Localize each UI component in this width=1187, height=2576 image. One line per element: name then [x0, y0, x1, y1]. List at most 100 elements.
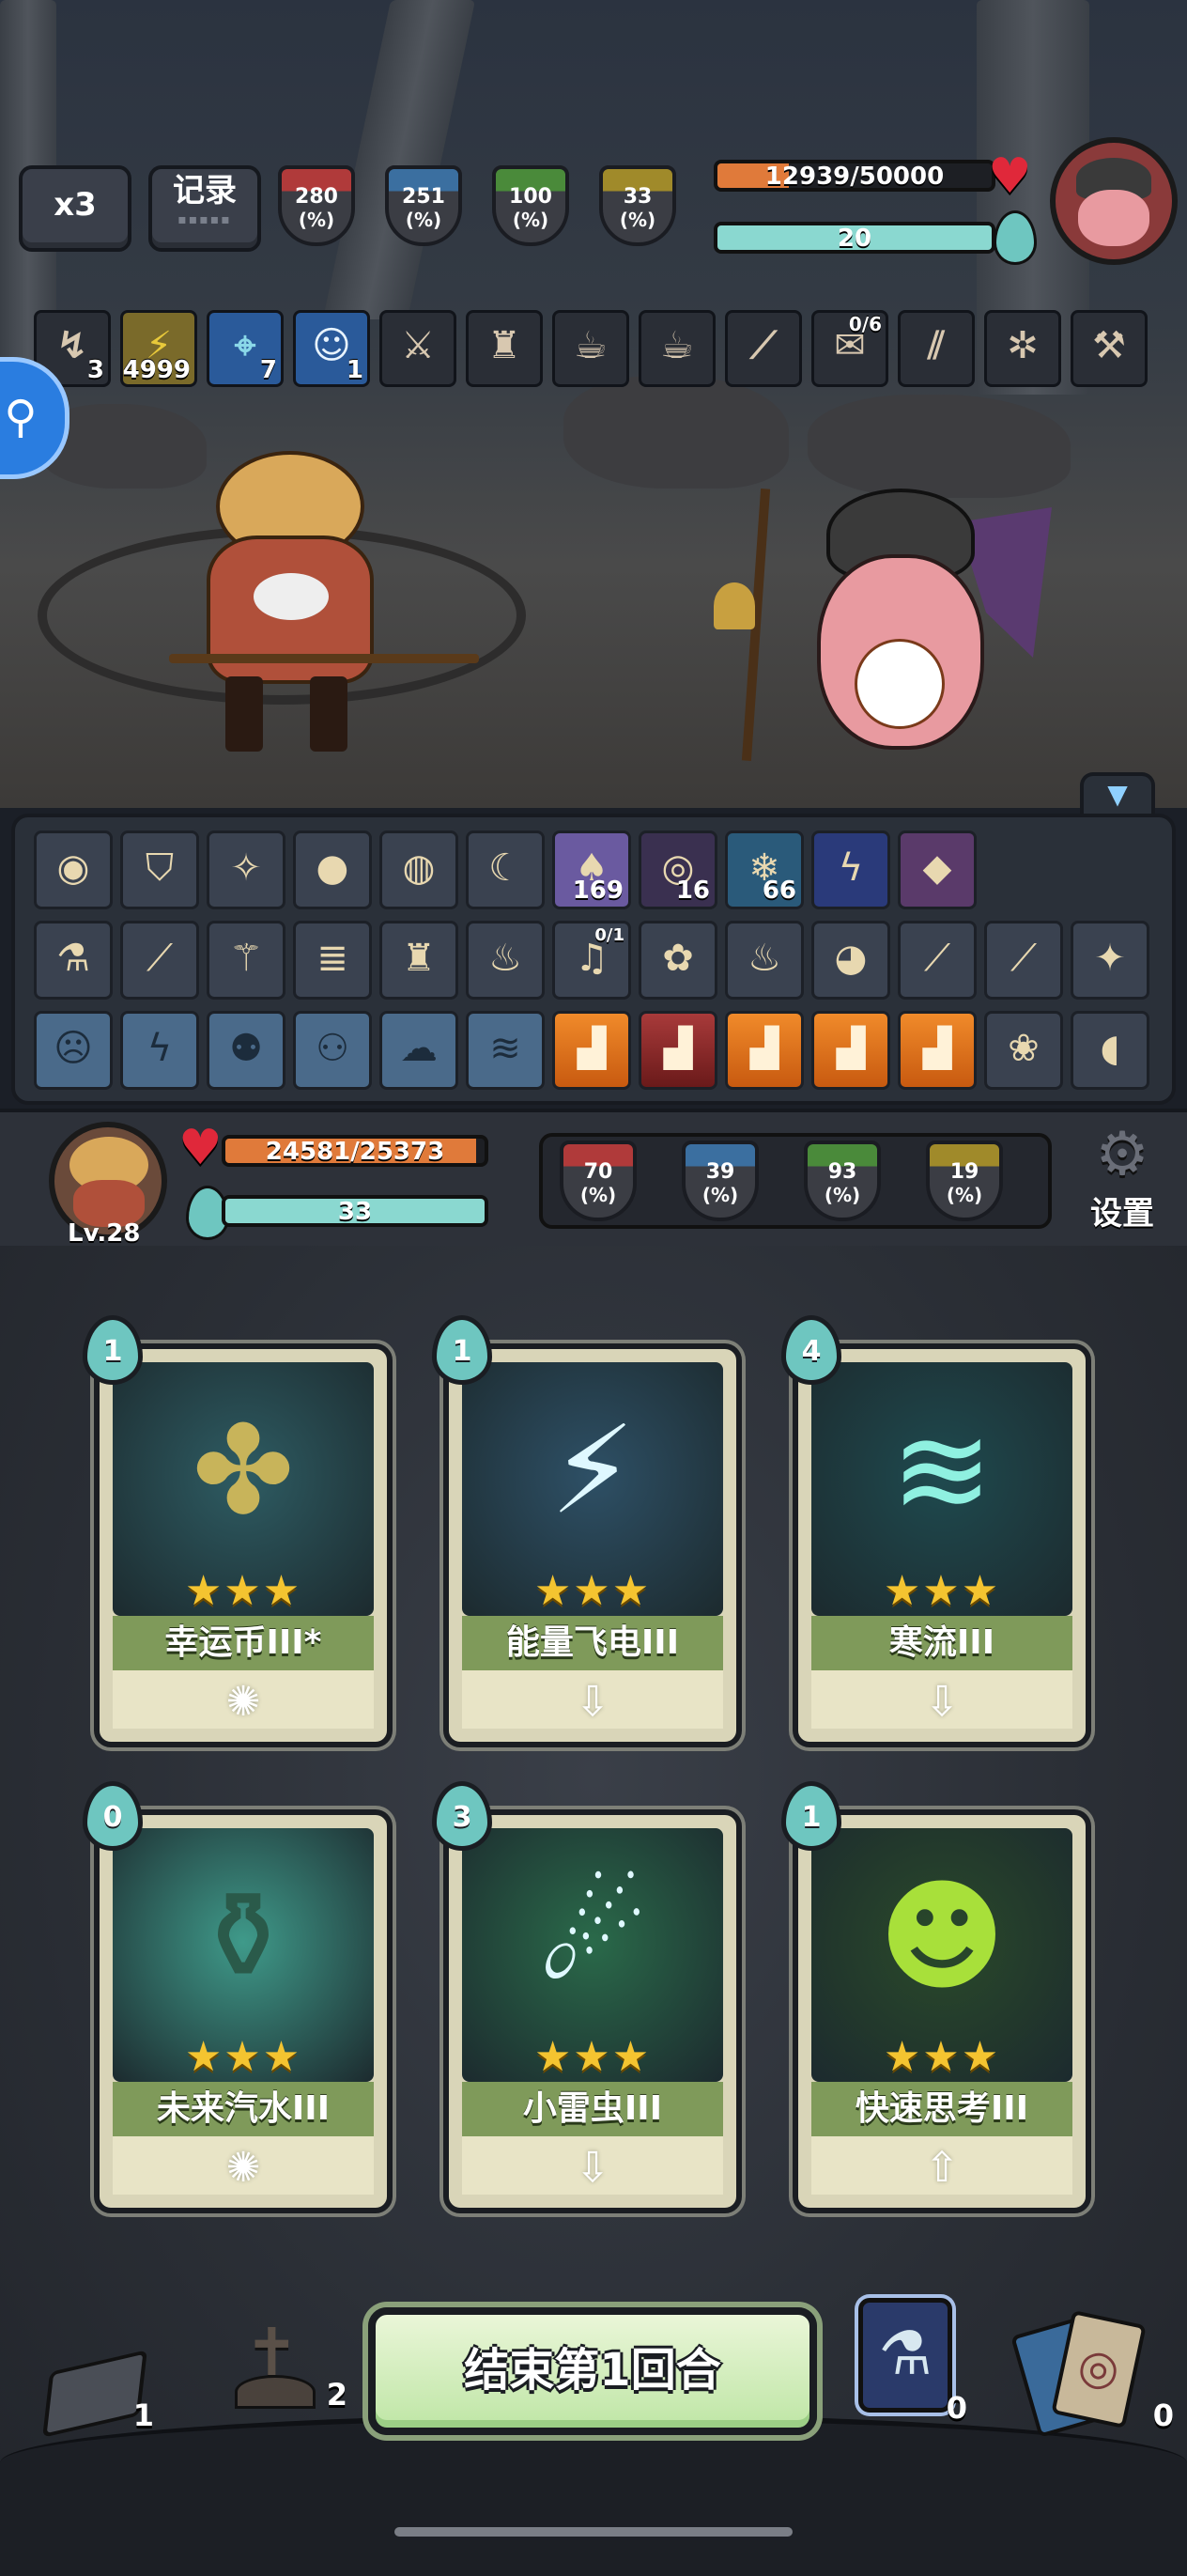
buff-slot[interactable]: ☺ 1: [293, 310, 370, 387]
buff-slot[interactable]: ☕: [552, 310, 629, 387]
relic-panel: ◉ ⛉ ✧ ● ◍ ☾ ♠ 169 ◎ 16 ❄ 66 ϟ ◆ ⚗ ⟋ ⚚ ≣ ♜ ♨ ♫ 0/1 ✿ ♨ ◕ ⟋ ⟋ ✦ ☹ ϟ ⚉ ⚇…: [11, 814, 1176, 1105]
draw-pile-count: 1: [132, 2398, 154, 2433]
buff-slot[interactable]: ⌖ 7: [207, 310, 284, 387]
log-dots: ▪▪▪▪▪: [177, 212, 232, 227]
mummy-icon: ≣: [316, 937, 348, 980]
log-button[interactable]: 记录 ▪▪▪▪▪: [148, 165, 261, 252]
draw-pile-button[interactable]: 1: [41, 2349, 154, 2438]
stat-unit: (%): [701, 1184, 739, 1206]
buff-slot[interactable]: ☕: [639, 310, 716, 387]
enemy-avatar[interactable]: [1050, 137, 1178, 265]
relic-slot[interactable]: ◍: [379, 830, 458, 909]
relic-slot[interactable]: ◎ 16: [639, 830, 717, 909]
shield-relic-icon: ⛉: [146, 846, 174, 890]
card-name: 寒流III: [811, 1616, 1072, 1670]
wood-icon: ⫽: [928, 324, 945, 367]
hero-character[interactable]: [169, 432, 479, 770]
relic-slot[interactable]: ⚗: [34, 921, 113, 1000]
buff-slot[interactable]: ✉ 0/6: [811, 310, 888, 387]
buff-slot[interactable]: ⚡ 4999: [120, 310, 197, 387]
relic-slot[interactable]: ⟋: [898, 921, 977, 1000]
card[interactable]: ⚱ ★★★ 未来汽水III ✺: [94, 1809, 393, 2213]
relic-count: 66: [762, 877, 796, 905]
potion-icon: ⚗: [56, 937, 90, 980]
card[interactable]: ✤ ★★★ 幸运币III* ✺: [94, 1343, 393, 1747]
stat-value: 39: [705, 1160, 735, 1184]
relic-slot[interactable]: ◕: [811, 921, 890, 1000]
relic-slot[interactable]: ◖: [1071, 1011, 1149, 1090]
discard-pile-button[interactable]: ◎ 0: [1010, 2309, 1174, 2438]
rune-face-icon: ☹: [54, 1027, 93, 1070]
relic-slot[interactable]: ◆: [898, 830, 977, 909]
relic-slot[interactable]: ✦: [1071, 921, 1149, 1000]
card[interactable]: ⚡ ★★★ 能量飞电III ⇩: [443, 1343, 742, 1747]
relic-slot[interactable]: ❀: [984, 1011, 1063, 1090]
relic-slot[interactable]: ☁: [379, 1011, 458, 1090]
rune-wind-icon: ≋: [489, 1027, 521, 1070]
relic-slot[interactable]: ●: [293, 830, 372, 909]
relic-slot[interactable]: ⚉: [207, 1011, 285, 1090]
card-back-icon: [42, 2350, 147, 2438]
relic-slot[interactable]: ϟ: [120, 1011, 199, 1090]
card[interactable]: ☻ ★★★ 快速思考III ⇧: [793, 1809, 1091, 2213]
settings-button[interactable]: ⚙ 设置: [1071, 1122, 1174, 1234]
player-hp-bar: 24581/25373: [222, 1135, 488, 1167]
relic-slot[interactable]: ⚇: [293, 1011, 372, 1090]
card[interactable]: ≋ ★★★ 寒流III ⇩: [793, 1343, 1091, 1747]
relic-slot[interactable]: ♨: [725, 921, 804, 1000]
search-icon: ⚲: [4, 391, 38, 443]
relic-slot[interactable]: ♨: [466, 921, 545, 1000]
relic-slot[interactable]: ⚚: [207, 921, 285, 1000]
relic-slot[interactable]: ⟋: [984, 921, 1063, 1000]
speed-button[interactable]: x3: [19, 165, 131, 252]
staff-icon: ⚚: [229, 937, 263, 980]
grave-mound-icon: [235, 2375, 316, 2409]
relic-slot[interactable]: ▟: [552, 1011, 631, 1090]
relic-slot[interactable]: ♫ 0/1: [552, 921, 631, 1000]
relic-slot[interactable]: ▟: [898, 1011, 977, 1090]
enemy-character[interactable]: [714, 489, 1052, 770]
relic-slot[interactable]: ✧: [207, 830, 285, 909]
relic-slot[interactable]: ♜: [379, 921, 458, 1000]
relic-slot[interactable]: ☾: [466, 830, 545, 909]
rune-monster-icon: ⚉: [229, 1027, 263, 1070]
relic-slot[interactable]: ❄ 66: [725, 830, 804, 909]
relic-slot[interactable]: ◉: [34, 830, 113, 909]
relic-slot[interactable]: ▟: [811, 1011, 890, 1090]
relic-slot[interactable]: ✿: [639, 921, 717, 1000]
relic-slot[interactable]: ♠ 169: [552, 830, 631, 909]
relic-slot[interactable]: ▟: [639, 1011, 717, 1090]
relic-slot[interactable]: ≋: [466, 1011, 545, 1090]
stat-unit: (%): [824, 1184, 861, 1206]
boot-red-icon: ▟: [663, 1027, 693, 1070]
enemy-buff-row: ↯ 3 ⚡ 4999 ⌖ 7 ☺ 1 ⚔ ♜ ☕ ☕ ⟋ ✉ 0/6 ⫽ ✲ ⚒: [34, 310, 1161, 391]
card-name: 能量飞电III: [462, 1616, 723, 1670]
buff-slot[interactable]: ✲: [984, 310, 1061, 387]
buff-count: 7: [259, 356, 277, 384]
collapse-items-button[interactable]: ▼: [1080, 772, 1155, 817]
relic-slot[interactable]: ϟ: [811, 830, 890, 909]
rune-lightning-icon: ϟ: [146, 1027, 173, 1070]
relic-slot[interactable]: ☹: [34, 1011, 113, 1090]
relic-slot[interactable]: ⛉: [120, 830, 199, 909]
buff-slot[interactable]: ♜: [466, 310, 543, 387]
card-cost: 1: [83, 1315, 143, 1385]
chevron-down-icon: ▼: [1107, 779, 1128, 810]
stat-value: 19: [949, 1160, 979, 1184]
end-turn-button[interactable]: 结束第1回合: [368, 2307, 817, 2435]
red-figure-icon: ♜: [402, 937, 436, 980]
card[interactable]: ☄ ★★★ 小雷虫III ⇩: [443, 1809, 742, 2213]
buff-slot[interactable]: ⫽: [898, 310, 975, 387]
relic-slot[interactable]: ≣: [293, 921, 372, 1000]
buff-slot[interactable]: ⚔: [379, 310, 456, 387]
relic-slot[interactable]: ▟: [725, 1011, 804, 1090]
player-level: Lv.28: [68, 1219, 141, 1248]
enemy-hp-bar: 12939/50000: [714, 160, 995, 192]
buff-slot[interactable]: ⟋: [725, 310, 802, 387]
buff-slot[interactable]: ⚒: [1071, 310, 1148, 387]
relic-slot[interactable]: ⟋: [120, 921, 199, 1000]
enemy-stats: 280 (%) 251 (%) 100 (%) 33 (%): [278, 165, 691, 250]
graveyard-button[interactable]: ✝ 2: [216, 2307, 347, 2420]
card-art-glyph: ☄: [537, 1865, 648, 2008]
potion-button[interactable]: ⚗ 0: [855, 2298, 967, 2426]
